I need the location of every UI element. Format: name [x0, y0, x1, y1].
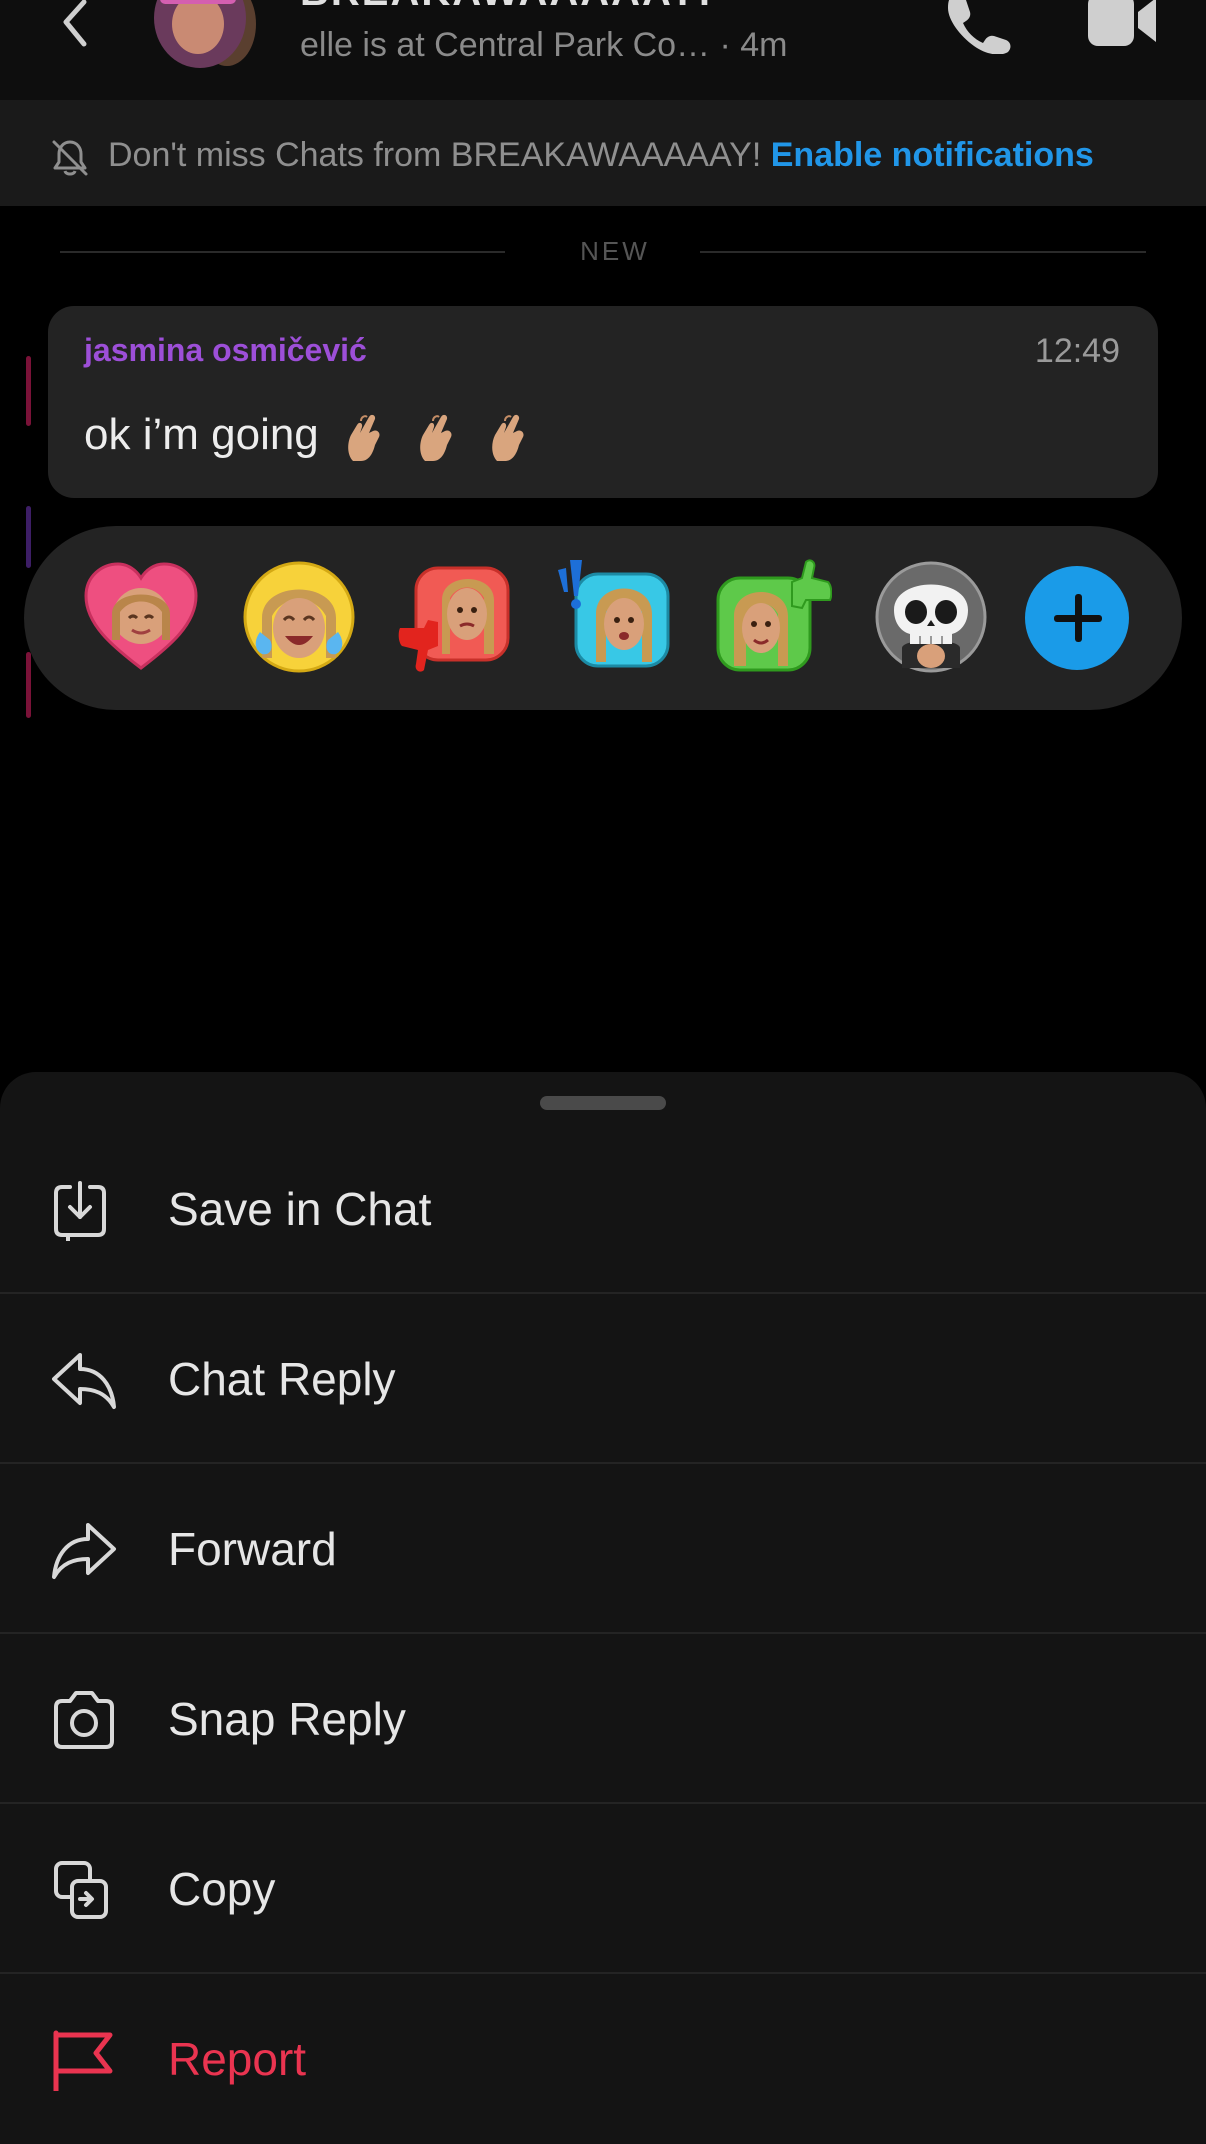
sheet-handle[interactable] [540, 1096, 666, 1110]
save-icon [54, 1181, 106, 1241]
chat-subtitle: elle is at Central Park Co… · 4m [300, 26, 788, 64]
hand-heart-emoji-icon [348, 415, 380, 462]
menu-label: Forward [168, 1523, 337, 1575]
camera-icon [54, 1691, 114, 1749]
copy-icon [54, 1861, 108, 1919]
forward-icon [52, 1523, 116, 1579]
message-text: ok i’m going [84, 410, 535, 463]
selected-message: jasmina osmičević 12:49 ok i’m going [48, 306, 1158, 498]
chat-header: BREAKAWAAAAAY! elle is at Central Park C… [0, 0, 1206, 100]
skull-bitmoji-icon[interactable] [872, 558, 990, 676]
thumbs-down-bitmoji-icon[interactable] [398, 558, 516, 676]
bg-message-bar [26, 652, 31, 718]
reaction-bar [24, 526, 1182, 710]
menu-item-copy[interactable]: Copy [0, 1804, 1206, 1974]
menu-label: Report [168, 2033, 307, 2085]
message-body: ok i’m going [84, 410, 319, 459]
thumbs-up-bitmoji-icon[interactable] [714, 558, 832, 676]
flag-icon [53, 2030, 113, 2091]
menu-label: Save in Chat [168, 1183, 432, 1235]
exclaim-bitmoji-icon[interactable] [556, 558, 674, 676]
video-call-icon[interactable] [1086, 0, 1158, 50]
reply-icon [52, 1353, 116, 1409]
menu-item-report[interactable]: Report [0, 1974, 1206, 2144]
divider-line-right [700, 251, 1146, 253]
banner-message: Don't miss Chats from BREAKAWAAAAAY! [108, 136, 762, 174]
hand-heart-emoji-icon [492, 415, 525, 462]
hand-heart-emoji-icon [420, 415, 452, 462]
new-messages-divider: NEW [60, 236, 1146, 266]
action-sheet: Save in Chat Chat Reply Forward Snap Rep… [0, 1072, 1206, 2144]
phone-icon[interactable] [944, 0, 1012, 54]
divider-label: NEW [580, 236, 650, 266]
enable-notifications-link[interactable]: Enable notifications [771, 136, 1094, 174]
message-time: 12:49 [1034, 332, 1120, 370]
laugh-cry-bitmoji-icon[interactable] [240, 558, 358, 676]
menu-item-chat-reply[interactable]: Chat Reply [0, 1294, 1206, 1464]
menu-label: Copy [168, 1863, 276, 1915]
group-avatar[interactable] [150, 0, 260, 68]
menu-item-forward[interactable]: Forward [0, 1464, 1206, 1634]
bg-message-bar [26, 506, 31, 568]
bg-message-bar [26, 356, 31, 426]
chat-title[interactable]: BREAKAWAAAAAY! [300, 0, 713, 15]
menu-item-save-in-chat[interactable]: Save in Chat [0, 1124, 1206, 1294]
heart-bitmoji-icon[interactable] [82, 558, 200, 676]
banner-text: Don't miss Chats from BREAKAWAAAAAY! Ena… [108, 136, 1094, 175]
menu-label: Snap Reply [168, 1693, 406, 1745]
add-reaction-button[interactable] [1025, 566, 1129, 670]
notification-banner: Don't miss Chats from BREAKAWAAAAAY! Ena… [0, 100, 1206, 206]
back-chevron-icon[interactable] [50, 0, 100, 50]
menu-item-snap-reply[interactable]: Snap Reply [0, 1634, 1206, 1804]
divider-line-left [60, 251, 505, 253]
bell-off-icon [52, 140, 88, 176]
message-sender: jasmina osmičević [84, 332, 367, 368]
menu-label: Chat Reply [168, 1353, 396, 1405]
